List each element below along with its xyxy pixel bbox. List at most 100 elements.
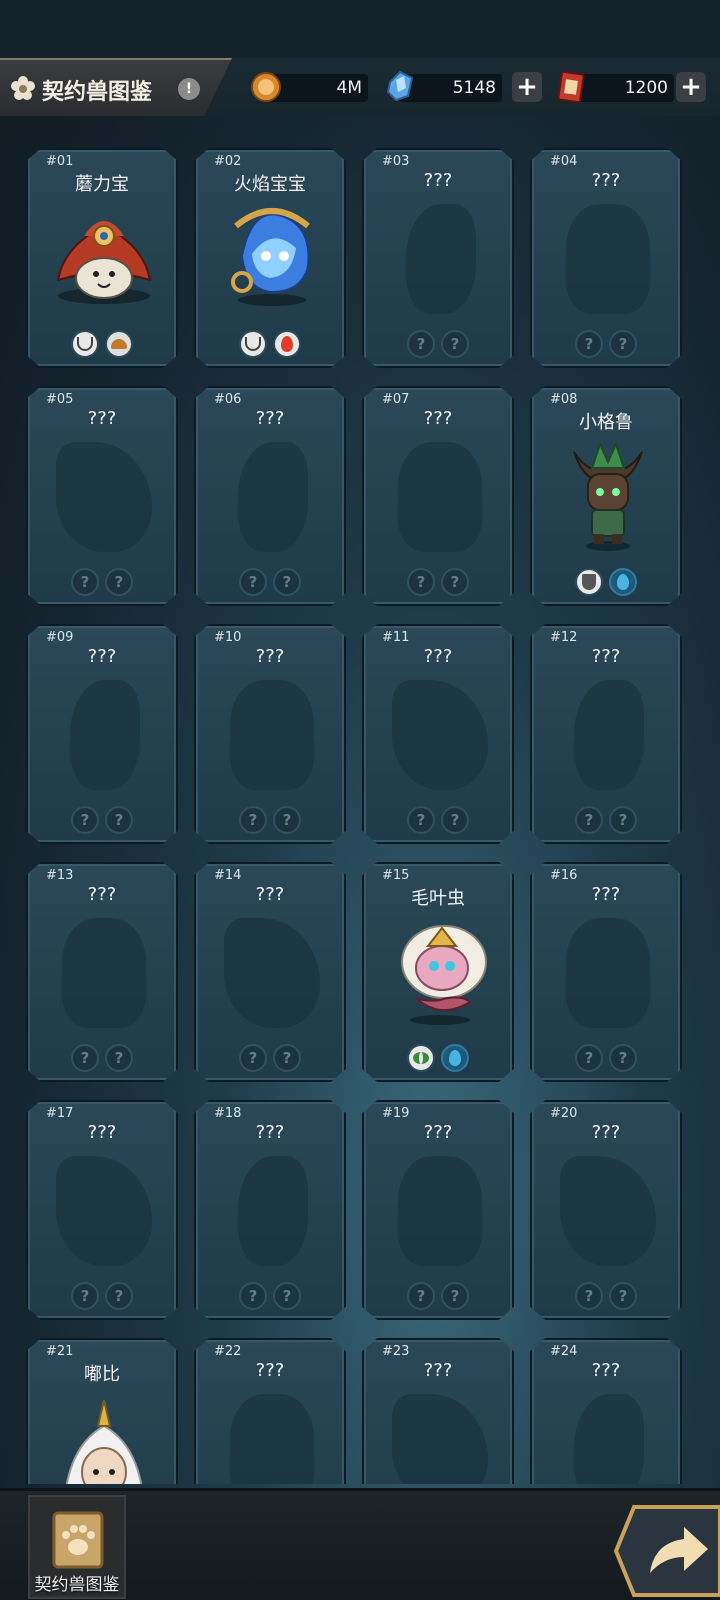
info-button[interactable]: !: [178, 78, 200, 100]
beast-card-18[interactable]: #18 ???? ?: [194, 1100, 346, 1320]
card-name: ???: [423, 408, 453, 429]
element-badges: [196, 330, 344, 358]
earth-element-icon: [105, 330, 133, 358]
card-number: #23: [382, 1344, 410, 1359]
header-bar: 契约兽图鉴 ! 4M 5148 + 1200 +: [0, 58, 720, 116]
title-tab: 契约兽图鉴 !: [0, 58, 232, 116]
element-badges: ? ?: [28, 1282, 176, 1310]
beast-silhouette: [566, 204, 650, 314]
card-number: #04: [550, 154, 578, 169]
card-name: ???: [423, 170, 453, 191]
water-element-icon: [441, 1044, 469, 1072]
beast-silhouette: [224, 918, 320, 1028]
unknown-badge: ?: [273, 568, 301, 596]
card-number: #22: [214, 1344, 242, 1359]
card-number: #02: [214, 154, 242, 169]
beast-card-09[interactable]: #09 ???? ?: [26, 624, 178, 844]
beast-book-label: 契约兽图鉴: [34, 1575, 120, 1595]
unknown-badge: ?: [609, 1044, 637, 1072]
unknown-badge: ?: [273, 806, 301, 834]
beast-card-07[interactable]: #07 ???? ?: [362, 386, 514, 606]
card-name: 蘑力宝: [75, 174, 129, 195]
element-badges: ? ?: [364, 806, 512, 834]
beast-card-04[interactable]: #04 ???? ?: [530, 148, 682, 368]
card-number: #16: [550, 868, 578, 883]
card-name: ???: [591, 1360, 621, 1381]
unknown-badge: ?: [273, 1044, 301, 1072]
card-name: 嘟比: [84, 1364, 120, 1385]
card-name: ???: [255, 646, 285, 667]
crystal-icon: [386, 70, 414, 102]
beast-card-08[interactable]: #08 小格鲁: [530, 386, 682, 606]
element-badges: [28, 330, 176, 358]
unknown-badge: ?: [71, 568, 99, 596]
beast-silhouette: [566, 918, 650, 1028]
element-badges: ? ?: [196, 568, 344, 596]
beast-card-16[interactable]: #16 ???? ?: [530, 862, 682, 1082]
beast-card-15[interactable]: #15 毛叶虫: [362, 862, 514, 1082]
fire-element-icon: [273, 330, 301, 358]
unknown-badge: ?: [441, 568, 469, 596]
beast-card-02[interactable]: #02 火焰宝宝: [194, 148, 346, 368]
beast-silhouette: [398, 442, 482, 552]
card-name: ???: [591, 170, 621, 191]
beast-silhouette: [70, 680, 140, 790]
card-name: 毛叶虫: [411, 888, 465, 909]
ticket-counter: 1200 +: [556, 70, 706, 104]
card-name: ???: [87, 884, 117, 905]
crystal-counter: 5148 +: [384, 70, 542, 102]
crystal-plus-button[interactable]: +: [512, 72, 542, 102]
element-badges: ? ?: [364, 330, 512, 358]
unknown-badge: ?: [441, 1282, 469, 1310]
beast-silhouette: [392, 680, 488, 790]
leaf-element-icon: [407, 1044, 435, 1072]
beast-card-14[interactable]: #14 ???? ?: [194, 862, 346, 1082]
beast-silhouette: [574, 1394, 644, 1484]
element-badges: ? ?: [196, 1282, 344, 1310]
element-badges: ? ?: [532, 1044, 680, 1072]
element-badges: ? ?: [532, 1282, 680, 1310]
coin-icon: [251, 72, 281, 102]
beast-card-19[interactable]: #19 ???? ?: [362, 1100, 514, 1320]
element-badges: ? ?: [28, 1044, 176, 1072]
beast-silhouette: [230, 1394, 314, 1484]
unknown-badge: ?: [609, 806, 637, 834]
beast-card-13[interactable]: #13 ???? ?: [26, 862, 178, 1082]
beast-card-21[interactable]: #21 嘟比: [26, 1338, 178, 1484]
beast-card-22[interactable]: #22 ???? ?: [194, 1338, 346, 1484]
beast-card-10[interactable]: #10 ???? ?: [194, 624, 346, 844]
unknown-badge: ?: [407, 330, 435, 358]
card-number: #24: [550, 1344, 578, 1359]
beast-card-05[interactable]: #05 ???? ?: [26, 386, 178, 606]
card-name: ???: [423, 1122, 453, 1143]
beast-card-24[interactable]: #24 ???? ?: [530, 1338, 682, 1484]
card-name: ???: [87, 646, 117, 667]
beast-silhouette: [56, 1156, 152, 1266]
beast-book-tab[interactable]: 契约兽图鉴: [28, 1495, 126, 1599]
dubi-art: [62, 1399, 146, 1484]
beast-silhouette: [56, 442, 152, 552]
beast-card-01[interactable]: #01 蘑力宝: [26, 148, 178, 368]
card-number: #15: [382, 868, 410, 883]
beast-card-11[interactable]: #11 ???? ?: [362, 624, 514, 844]
beast-card-20[interactable]: #20 ???? ?: [530, 1100, 682, 1320]
card-number: #14: [214, 868, 242, 883]
bottom-bar: 契约兽图鉴: [0, 1488, 720, 1600]
return-button[interactable]: [614, 1503, 720, 1599]
beast-card-17[interactable]: #17 ???? ?: [26, 1100, 178, 1320]
element-badges: ? ?: [28, 806, 176, 834]
card-number: #12: [550, 630, 578, 645]
coin-counter: 4M: [250, 72, 370, 102]
unknown-badge: ?: [71, 806, 99, 834]
crystal-value: 5148: [452, 78, 496, 98]
ticket-plus-button[interactable]: +: [676, 72, 706, 102]
beast-card-23[interactable]: #23 ???? ?: [362, 1338, 514, 1484]
beast-card-12[interactable]: #12 ???? ?: [530, 624, 682, 844]
beast-card-03[interactable]: #03 ???? ?: [362, 148, 514, 368]
beast-card-06[interactable]: #06 ???? ?: [194, 386, 346, 606]
beast-silhouette: [238, 442, 308, 552]
card-name: 小格鲁: [579, 412, 633, 433]
unknown-badge: ?: [239, 806, 267, 834]
unknown-badge: ?: [407, 1282, 435, 1310]
mushroom-beast-art: [56, 221, 152, 304]
